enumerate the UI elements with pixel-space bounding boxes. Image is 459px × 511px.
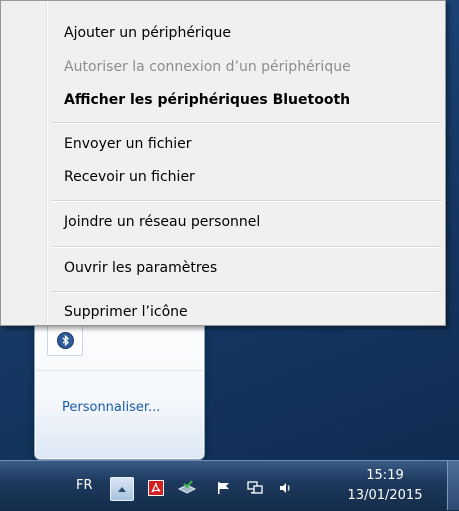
- menu-separator: [51, 246, 442, 248]
- clock-time: 15:19: [366, 468, 404, 483]
- show-desktop-button[interactable]: [447, 461, 459, 510]
- menu-gutter-divider: [46, 1, 48, 325]
- clock-date: 13/01/2015: [347, 488, 423, 503]
- adobe-icon: [148, 480, 164, 496]
- menu-icon-gutter: [1, 1, 46, 325]
- bluetooth-context-menu: Ajouter un périphérique Autoriser la con…: [0, 0, 446, 326]
- bluetooth-tray-icon-button[interactable]: [47, 324, 83, 356]
- menu-item-send-file[interactable]: Envoyer un fichier: [64, 135, 192, 153]
- show-hidden-icons-button[interactable]: [110, 477, 134, 501]
- menu-item-allow-device-connection: Autoriser la connexion d’un périphérique: [64, 59, 351, 75]
- menu-separator: [51, 122, 442, 124]
- bluetooth-icon: [56, 331, 74, 349]
- network-icon: [247, 481, 263, 494]
- system-clock[interactable]: 15:19 13/01/2015: [340, 466, 430, 506]
- language-indicator[interactable]: FR: [76, 478, 93, 493]
- menu-item-add-device[interactable]: Ajouter un périphérique: [64, 24, 231, 42]
- volume-tray-button[interactable]: [275, 477, 297, 499]
- customize-link[interactable]: Personnaliser...: [62, 400, 160, 415]
- network-tray-button[interactable]: [244, 477, 266, 499]
- menu-item-receive-file[interactable]: Recevoir un fichier: [64, 168, 195, 186]
- volume-icon: [280, 483, 290, 493]
- action-center-flag-icon: [218, 482, 229, 494]
- show-hidden-icons-icon: [118, 487, 126, 492]
- network-drive-tray-button[interactable]: [176, 477, 198, 499]
- menu-item-show-bluetooth-devices[interactable]: Afficher les périphériques Bluetooth: [64, 91, 350, 109]
- menu-item-join-personal-network[interactable]: Joindre un réseau personnel: [64, 213, 260, 231]
- menu-separator: [51, 200, 442, 202]
- flyout-divider: [36, 370, 203, 371]
- menu-item-remove-icon[interactable]: Supprimer l’icône: [64, 303, 188, 321]
- action-center-tray-button[interactable]: [213, 477, 235, 499]
- menu-separator: [51, 291, 442, 293]
- adobe-tray-button[interactable]: [145, 477, 167, 499]
- network-drive-icon: [177, 480, 197, 494]
- menu-item-open-settings[interactable]: Ouvrir les paramètres: [64, 259, 217, 277]
